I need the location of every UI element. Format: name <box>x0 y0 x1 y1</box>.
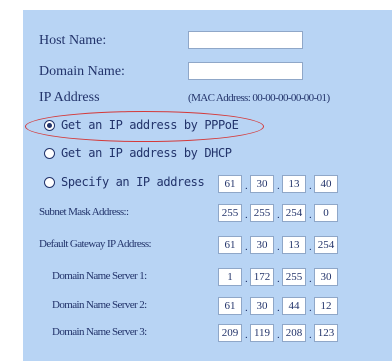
subnet-octet-2[interactable]: 255 <box>250 204 274 222</box>
dns2-label: Domain Name Server 2: <box>52 299 147 311</box>
octet-dot: . <box>309 302 312 314</box>
dns1-octet-2[interactable]: 172 <box>250 268 274 286</box>
octet-dot: . <box>309 241 312 253</box>
octet-dot: . <box>245 273 248 285</box>
octet-dot: . <box>309 209 312 221</box>
subnet-octet-4[interactable]: 0 <box>314 204 338 222</box>
mac-address-note: (MAC Address: 00-00-00-00-00-01) <box>188 92 330 104</box>
octet-dot: . <box>245 302 248 314</box>
octet-dot: . <box>277 273 280 285</box>
gateway-octet-3[interactable]: 13 <box>282 236 306 254</box>
dns1-label: Domain Name Server 1: <box>52 270 147 282</box>
static-option-label: Specify an IP address <box>61 175 205 189</box>
octet-dot: . <box>245 329 248 341</box>
domain-name-label: Domain Name: <box>39 64 125 79</box>
ip-octet-2[interactable]: 30 <box>250 175 274 193</box>
octet-dot: . <box>309 180 312 192</box>
dns1-octet-1[interactable]: 1 <box>218 268 242 286</box>
gateway-label: Default Gateway IP Address: <box>39 238 152 250</box>
dhcp-option-label: Get an IP address by DHCP <box>61 146 232 160</box>
dns3-octet-3[interactable]: 208 <box>282 324 306 342</box>
gateway-octet-4[interactable]: 254 <box>314 236 338 254</box>
octet-dot: . <box>277 241 280 253</box>
octet-dot: . <box>245 180 248 192</box>
dns3-label: Domain Name Server 3: <box>52 326 147 338</box>
subnet-octet-3[interactable]: 254 <box>282 204 306 222</box>
dns2-octet-2[interactable]: 30 <box>250 297 274 315</box>
octet-dot: . <box>309 329 312 341</box>
dns1-octet-3[interactable]: 255 <box>282 268 306 286</box>
octet-dot: . <box>277 209 280 221</box>
octet-dot: . <box>245 241 248 253</box>
dns3-octet-1[interactable]: 209 <box>218 324 242 342</box>
subnet-octet-1[interactable]: 255 <box>218 204 242 222</box>
dns1-octet-4[interactable]: 30 <box>314 268 338 286</box>
gateway-octet-2[interactable]: 30 <box>250 236 274 254</box>
octet-dot: . <box>309 273 312 285</box>
dns3-octet-4[interactable]: 123 <box>314 324 338 342</box>
subnet-mask-label: Subnet Mask Address:: <box>39 206 129 218</box>
ip-octet-1[interactable]: 61 <box>218 175 242 193</box>
octet-dot: . <box>245 209 248 221</box>
radio-dhcp[interactable] <box>44 148 55 159</box>
ip-address-label: IP Address <box>39 90 100 105</box>
pppoe-option-label: Get an IP address by PPPoE <box>61 118 239 132</box>
host-name-input[interactable] <box>188 31 303 49</box>
host-name-label: Host Name: <box>39 33 107 48</box>
octet-dot: . <box>277 329 280 341</box>
dns2-octet-1[interactable]: 61 <box>218 297 242 315</box>
dns3-octet-2[interactable]: 119 <box>250 324 274 342</box>
octet-dot: . <box>277 180 280 192</box>
domain-name-input[interactable] <box>188 62 303 80</box>
radio-pppoe[interactable] <box>44 120 55 131</box>
gateway-octet-1[interactable]: 61 <box>218 236 242 254</box>
dns2-octet-3[interactable]: 44 <box>282 297 306 315</box>
ip-octet-3[interactable]: 13 <box>282 175 306 193</box>
ip-octet-4[interactable]: 40 <box>314 175 338 193</box>
dns2-octet-4[interactable]: 12 <box>314 297 338 315</box>
octet-dot: . <box>277 302 280 314</box>
radio-static[interactable] <box>44 177 55 188</box>
